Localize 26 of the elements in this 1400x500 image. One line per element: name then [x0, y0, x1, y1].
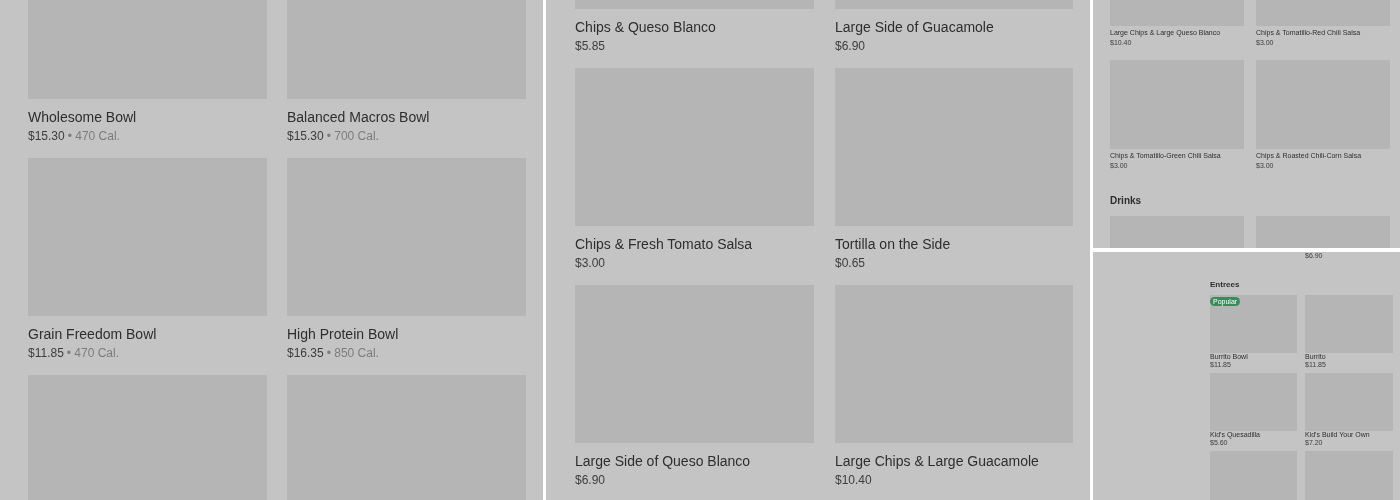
item-price: $15.30 [287, 128, 324, 145]
item-name: Tortilla on the Side [835, 235, 952, 254]
item-calories: • 470 Cal. [66, 345, 120, 362]
item-price: $6.90 [575, 472, 606, 489]
item-name: Chips & Queso Blanco [575, 18, 717, 37]
item-name: Chips & Fresh Tomato Salsa [575, 235, 754, 254]
item-calories: • 850 Cal. [326, 345, 379, 362]
item-name: Large Chips & Large Guacamole [835, 452, 1040, 471]
item-price: $11.85 [28, 345, 64, 362]
item-name: Wholesome Bowl [28, 108, 138, 127]
item-calories: • 700 Cal. [326, 128, 379, 145]
section-heading: Entrees [1210, 280, 1241, 290]
item-price: $6.90 [835, 38, 866, 55]
item-name: High Protein Bowl [287, 325, 400, 344]
item-price: $0.65 [835, 255, 866, 272]
item-name: Large Side of Guacamole [835, 18, 995, 37]
section-heading: Drinks [1110, 194, 1143, 208]
item-name: Grain Freedom Bowl [28, 325, 158, 344]
item-name: Large Side of Queso Blanco [575, 452, 752, 471]
item-name: Balanced Macros Bowl [287, 108, 431, 127]
item-price: $15.30 [28, 128, 65, 145]
item-calories: • 470 Cal. [67, 128, 120, 145]
item-price: $16.35 [287, 345, 324, 362]
item-price: $3.00 [575, 255, 606, 272]
item-price: $5.85 [575, 38, 606, 55]
item-price: $10.40 [835, 472, 872, 489]
